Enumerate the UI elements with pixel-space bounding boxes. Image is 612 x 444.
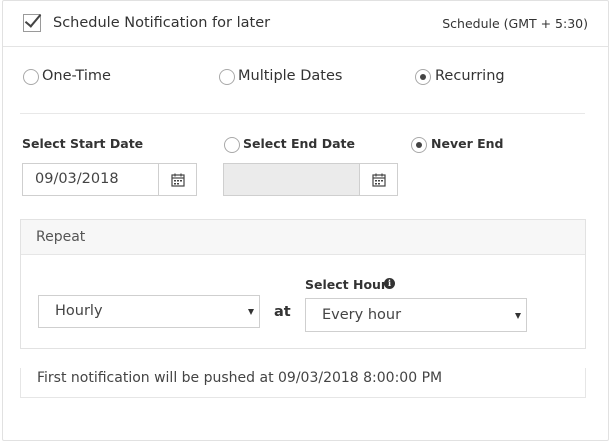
info-icon[interactable]: i (384, 278, 395, 289)
repeat-header: Repeat (21, 220, 585, 255)
start-date-calendar-button[interactable] (158, 163, 197, 196)
recurring-label[interactable]: Recurring (435, 68, 505, 84)
first-notification-text: First notification will be pushed at 09/… (37, 370, 443, 386)
chevron-down-icon (248, 309, 254, 315)
notification-summary: First notification will be pushed at 09/… (20, 368, 586, 398)
one-time-label[interactable]: One-Time (42, 68, 111, 84)
panel-title: Schedule Notification for later (53, 15, 271, 31)
timezone-label: Schedule (GMT + 5:30) (442, 16, 588, 31)
start-date-value: 09/03/2018 (35, 171, 119, 187)
never-end-radio[interactable] (411, 137, 427, 153)
start-date-input[interactable]: 09/03/2018 (22, 163, 159, 196)
never-end-label[interactable]: Never End (431, 136, 503, 151)
hour-value: Every hour (322, 307, 402, 323)
end-date-input[interactable] (223, 163, 360, 196)
calendar-icon (171, 173, 185, 187)
schedule-later-checkbox[interactable] (23, 14, 41, 32)
select-hour-select[interactable]: Every hour (305, 298, 527, 332)
end-date-calendar-button[interactable] (359, 163, 398, 196)
multiple-dates-radio[interactable] (219, 69, 235, 85)
recurring-radio[interactable] (415, 69, 431, 85)
at-label: at (274, 304, 291, 320)
repeat-title: Repeat (36, 229, 86, 245)
select-hour-label: Select Hour (305, 277, 388, 292)
section-divider (20, 113, 585, 114)
frequency-value: Hourly (55, 303, 103, 319)
end-date-radio[interactable] (224, 137, 240, 153)
one-time-radio[interactable] (23, 69, 39, 85)
start-date-label: Select Start Date (22, 136, 144, 151)
multiple-dates-label[interactable]: Multiple Dates (238, 68, 342, 84)
chevron-down-icon (515, 313, 521, 319)
calendar-icon (372, 173, 386, 187)
panel-header: Schedule Notification for later Schedule… (3, 1, 608, 47)
end-date-label[interactable]: Select End Date (243, 136, 355, 151)
repeat-frequency-select[interactable]: Hourly (38, 295, 260, 328)
